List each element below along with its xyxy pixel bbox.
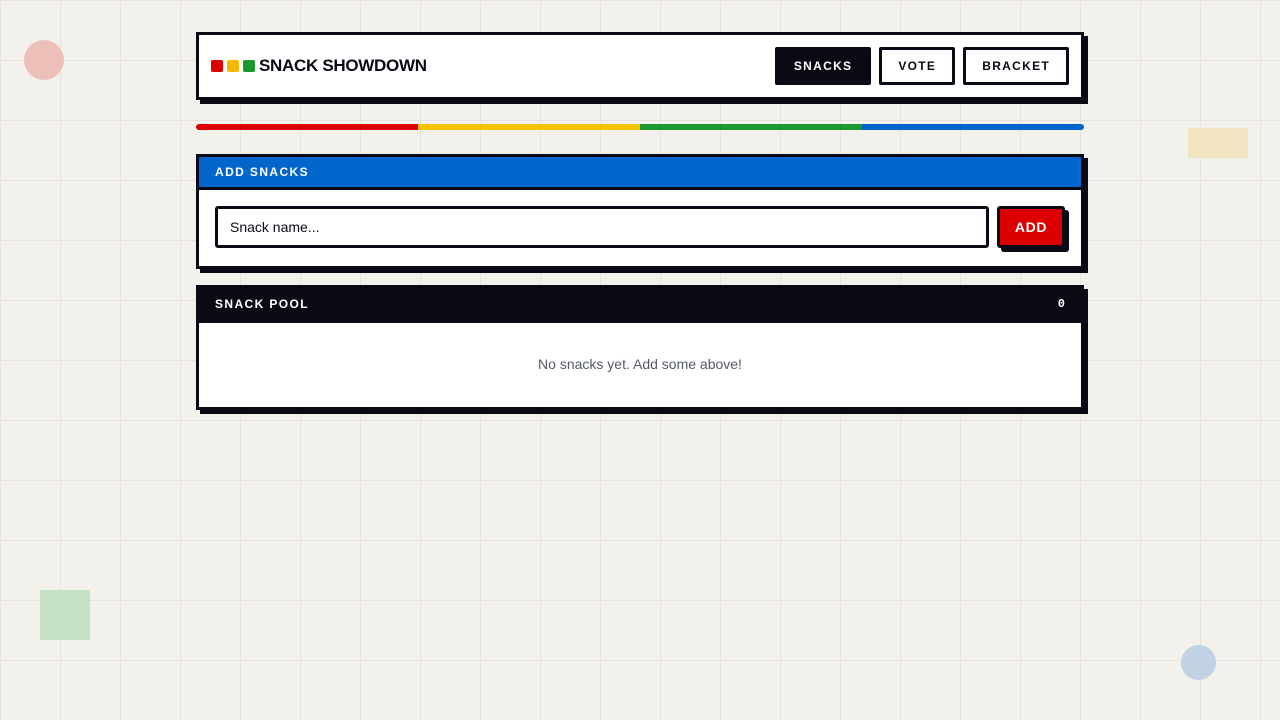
decorative-rect-yellow <box>1188 128 1248 158</box>
snack-pool-title: SNACK POOL <box>215 297 310 311</box>
stripe-segment-yellow <box>418 124 640 130</box>
stripe-segment-green <box>640 124 862 130</box>
app-title: SNACK SHOWDOWN <box>259 56 427 75</box>
main-nav: SNACKS VOTE BRACKET <box>774 47 1069 85</box>
nav-vote-button[interactable]: VOTE <box>879 47 956 85</box>
add-snacks-header: ADD SNACKS <box>199 157 1081 190</box>
add-snacks-panel: ADD SNACKS ADD <box>196 154 1084 269</box>
logo-dot-yellow <box>227 60 239 72</box>
empty-state-message: No snacks yet. Add some above! <box>538 356 742 372</box>
stripe-segment-red <box>196 124 418 130</box>
logo-dot-red <box>211 60 223 72</box>
add-snacks-title: ADD SNACKS <box>215 165 310 179</box>
snack-name-input[interactable] <box>215 206 989 248</box>
color-stripe <box>196 124 1084 130</box>
stripe-segment-blue <box>862 124 1084 130</box>
brand: SNACK SHOWDOWN <box>211 56 427 76</box>
decorative-circle-red <box>24 40 64 80</box>
nav-bracket-button[interactable]: BRACKET <box>963 47 1069 85</box>
decorative-square-green <box>40 590 90 640</box>
snack-pool-header: SNACK POOL 0 <box>199 288 1081 323</box>
app-header: SNACK SHOWDOWN SNACKS VOTE BRACKET <box>196 32 1084 100</box>
add-snack-row: ADD <box>199 190 1081 248</box>
logo-dot-green <box>243 60 255 72</box>
snack-pool-panel: SNACK POOL 0 No snacks yet. Add some abo… <box>196 285 1084 410</box>
nav-snacks-button[interactable]: SNACKS <box>774 47 872 85</box>
add-snack-button[interactable]: ADD <box>997 206 1065 248</box>
decorative-circle-blue <box>1181 645 1216 680</box>
snack-count-badge: 0 <box>1057 297 1065 311</box>
